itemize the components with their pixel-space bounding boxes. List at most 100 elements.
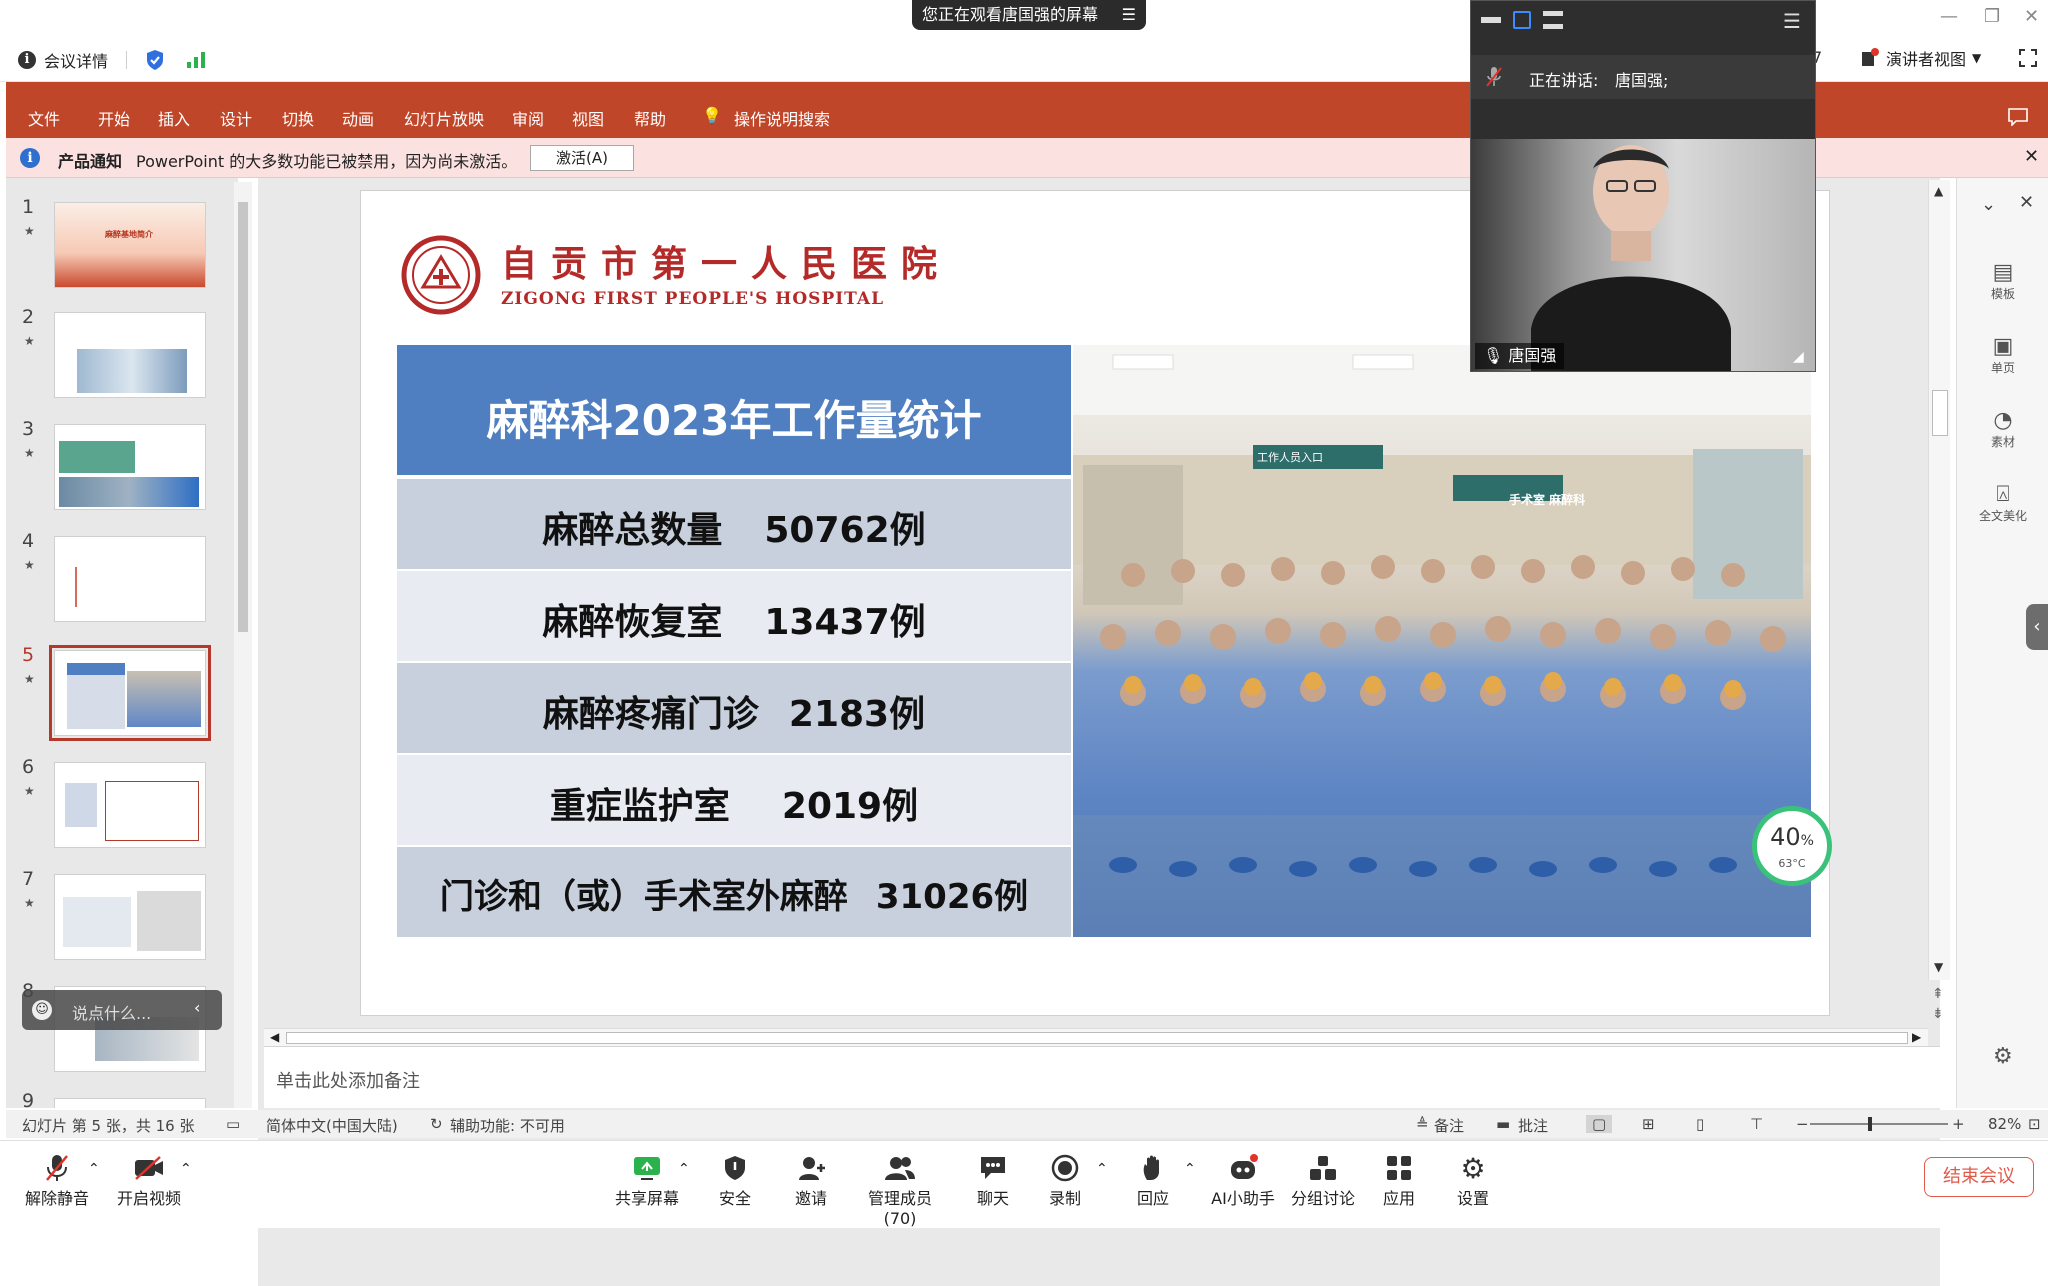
fullscreen-icon[interactable] bbox=[2018, 48, 2038, 68]
tab-home[interactable]: 开始 bbox=[98, 106, 130, 130]
manage-members-button[interactable]: 管理成员(70) bbox=[854, 1151, 946, 1228]
accessibility-status[interactable]: 辅助功能: 不可用 bbox=[450, 1115, 565, 1136]
slide-scrollbar[interactable]: ▲ ▼ bbox=[1928, 180, 1950, 980]
collapse-icon[interactable]: ‹ bbox=[194, 998, 200, 1017]
notes-pane[interactable]: 单击此处添加备注 bbox=[264, 1046, 1940, 1108]
ai-assistant-button[interactable]: AI小助手 bbox=[1208, 1151, 1278, 1209]
signal-icon[interactable] bbox=[185, 51, 207, 69]
next-slide-icon[interactable]: ⇟ bbox=[1932, 1006, 1944, 1022]
speaker-video-panel[interactable]: ☰ 正在讲话: 唐国强; 🎙 唐国强 ◢ bbox=[1470, 0, 1816, 372]
meeting-info-button[interactable]: i 会议详情 bbox=[18, 48, 207, 72]
add-user-icon bbox=[799, 1157, 825, 1180]
zoom-in-icon[interactable]: + bbox=[1952, 1115, 1965, 1133]
tab-slideshow[interactable]: 幻灯片放映 bbox=[404, 106, 484, 130]
restore-icon[interactable]: ❐ bbox=[1984, 6, 2000, 27]
beautify-button[interactable]: ⍓ 全文美化 bbox=[1957, 482, 2048, 524]
end-meeting-button[interactable]: 结束会议 bbox=[1924, 1157, 2034, 1197]
scroll-down-icon[interactable]: ▼ bbox=[1934, 960, 1943, 974]
thumb-scrollbar[interactable] bbox=[234, 182, 252, 1108]
scroll-up-icon[interactable]: ▲ bbox=[1934, 184, 1943, 198]
tab-file[interactable]: 文件 bbox=[28, 106, 60, 130]
list-view-icon[interactable] bbox=[1543, 11, 1563, 29]
material-button[interactable]: ◔ 素材 bbox=[1957, 408, 2048, 450]
prev-slide-icon[interactable]: ⇞ bbox=[1932, 986, 1944, 1002]
chat-input-overlay[interactable]: ☺ 说点什么... ‹ bbox=[22, 990, 222, 1030]
tab-animations[interactable]: 动画 bbox=[342, 106, 374, 130]
close-pane-icon[interactable]: ✕ bbox=[2019, 192, 2034, 213]
chevron-up-icon[interactable]: ⌃ bbox=[180, 1161, 192, 1177]
chat-button[interactable]: 聊天 bbox=[968, 1151, 1018, 1209]
zoom-slider-handle[interactable] bbox=[1868, 1117, 1872, 1131]
tab-help[interactable]: 帮助 bbox=[634, 106, 666, 130]
fit-slide-icon[interactable]: ⊡ bbox=[2028, 1115, 2041, 1133]
sorter-view-icon[interactable]: ⊞ bbox=[1642, 1115, 1655, 1133]
emoji-icon[interactable]: ☺ bbox=[32, 1000, 52, 1020]
scrollbar-thumb[interactable] bbox=[238, 202, 248, 632]
slide-thumbnail-4[interactable] bbox=[54, 536, 206, 622]
minimize-panel-icon[interactable] bbox=[1481, 17, 1501, 23]
slide-thumbnail-9[interactable] bbox=[54, 1098, 206, 1108]
comments-toggle[interactable]: 批注 bbox=[1518, 1115, 1548, 1136]
settings-button[interactable]: ⚙ 设置 bbox=[1448, 1151, 1498, 1209]
scroll-left-icon[interactable]: ◀ bbox=[270, 1030, 279, 1044]
chevron-up-icon[interactable]: ⌃ bbox=[1096, 1161, 1108, 1177]
reading-view-icon[interactable]: ▯ bbox=[1696, 1115, 1704, 1133]
start-video-button[interactable]: 开启视频 bbox=[114, 1151, 184, 1209]
activate-button[interactable]: 激活(A) bbox=[530, 145, 634, 171]
performance-badge[interactable]: 40% 63°C bbox=[1752, 806, 1832, 886]
language-indicator[interactable]: 简体中文(中国大陆) bbox=[266, 1115, 398, 1136]
slide-thumbnail-5[interactable] bbox=[49, 645, 211, 741]
slide-thumbnail-3[interactable] bbox=[54, 424, 206, 510]
notes-toggle[interactable]: 备注 bbox=[1434, 1115, 1464, 1136]
chevron-up-icon[interactable]: ⌃ bbox=[1184, 1161, 1196, 1177]
chevron-up-icon[interactable]: ⌃ bbox=[88, 1161, 100, 1177]
invite-button[interactable]: 邀请 bbox=[786, 1151, 836, 1209]
breakout-button[interactable]: 分组讨论 bbox=[1288, 1151, 1358, 1209]
slideshow-view-icon[interactable]: ⊤ bbox=[1750, 1115, 1763, 1133]
expand-panel-tab[interactable]: ‹ bbox=[2026, 604, 2048, 650]
slide-thumbnail-1[interactable]: 麻醉基地简介 bbox=[54, 202, 206, 288]
close-window-icon[interactable]: ✕ bbox=[2024, 6, 2039, 27]
horizontal-scrollbar[interactable]: ◀ ▶ bbox=[264, 1028, 1928, 1046]
tab-transitions[interactable]: 切换 bbox=[282, 106, 314, 130]
scrollbar-thumb[interactable] bbox=[286, 1032, 1908, 1044]
menu-icon[interactable]: ☰ bbox=[1122, 0, 1136, 30]
spellcheck-icon[interactable]: ▭ bbox=[226, 1115, 240, 1133]
apps-button[interactable]: 应用 bbox=[1374, 1151, 1424, 1209]
slide-thumbnail-6[interactable] bbox=[54, 762, 206, 848]
slide-thumbnail-7[interactable] bbox=[54, 874, 206, 960]
gallery-view-icon[interactable] bbox=[1513, 11, 1531, 29]
shield-icon[interactable] bbox=[145, 49, 165, 71]
reaction-button[interactable]: 回应 bbox=[1128, 1151, 1178, 1209]
zoom-out-icon[interactable]: − bbox=[1796, 1115, 1809, 1133]
collapse-pane-icon[interactable]: ⌄ bbox=[1981, 194, 1996, 215]
settings-gear-icon[interactable]: ⚙ bbox=[1993, 1044, 2013, 1069]
tell-me-search[interactable]: 操作说明搜索 bbox=[734, 106, 830, 130]
menu-icon[interactable]: ☰ bbox=[1783, 9, 1801, 33]
comment-icon[interactable] bbox=[2008, 108, 2028, 126]
tab-insert[interactable]: 插入 bbox=[158, 106, 190, 130]
close-icon[interactable]: ✕ bbox=[2024, 146, 2039, 167]
scrollbar-thumb[interactable] bbox=[1932, 390, 1948, 436]
tab-design[interactable]: 设计 bbox=[220, 106, 252, 130]
share-screen-button[interactable]: 共享屏幕 bbox=[612, 1151, 682, 1209]
presenter-view-button[interactable]: 演讲者视图 ▼ bbox=[1860, 46, 1981, 70]
zoom-level[interactable]: 82% bbox=[1988, 1115, 2021, 1133]
star-icon: ★ bbox=[24, 672, 35, 686]
tab-view[interactable]: 视图 bbox=[572, 106, 604, 130]
scroll-right-icon[interactable]: ▶ bbox=[1912, 1030, 1921, 1044]
security-button[interactable]: 安全 bbox=[710, 1151, 760, 1209]
watching-banner[interactable]: 您正在观看唐国强的屏幕 ☰ bbox=[912, 0, 1146, 30]
single-page-button[interactable]: ▣ 单页 bbox=[1957, 334, 2048, 376]
normal-view-icon[interactable]: ▢ bbox=[1586, 1115, 1613, 1133]
unmute-button[interactable]: 解除静音 bbox=[22, 1151, 92, 1209]
record-button[interactable]: 录制 bbox=[1040, 1151, 1090, 1209]
chevron-up-icon[interactable]: ⌃ bbox=[678, 1161, 690, 1177]
zoom-slider[interactable] bbox=[1810, 1117, 1948, 1131]
tab-review[interactable]: 审阅 bbox=[512, 106, 544, 130]
slide-thumbnail-2[interactable] bbox=[54, 312, 206, 398]
resize-handle-icon[interactable]: ◢ bbox=[1793, 349, 1804, 365]
template-button[interactable]: ▤ 模板 bbox=[1957, 260, 2048, 302]
watching-banner-text: 您正在观看唐国强的屏幕 bbox=[922, 5, 1099, 24]
minimize-icon[interactable]: — bbox=[1940, 6, 1958, 27]
